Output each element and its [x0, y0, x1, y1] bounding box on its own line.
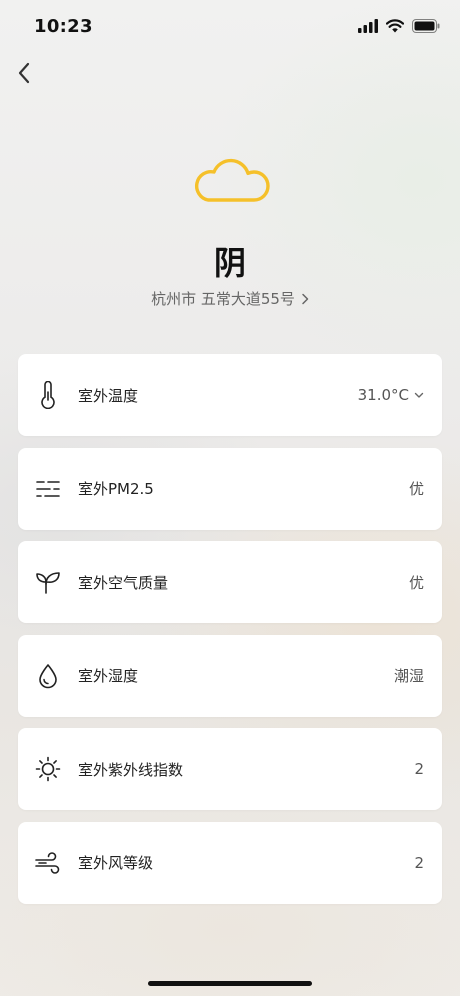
card-value: 优: [408, 573, 424, 592]
card-outdoor-uv-index[interactable]: 室外紫外线指数 2: [18, 728, 442, 810]
status-icons: [358, 18, 440, 37]
card-value: 2: [414, 853, 424, 872]
chevron-right-icon: [302, 293, 309, 304]
sun-icon: [34, 755, 62, 783]
weather-hero: [0, 150, 460, 208]
pm-lines-icon: [34, 475, 62, 503]
status-time: 10:23: [34, 16, 93, 37]
card-value: 2: [414, 760, 424, 778]
location-text: 杭州市 五常大道55号: [151, 290, 295, 308]
card-label: 室外温度: [78, 386, 139, 405]
wifi-icon: [385, 18, 405, 37]
temperature-value[interactable]: 31.0°C: [358, 386, 424, 404]
home-indicator[interactable]: [148, 981, 312, 986]
card-label: 室外风等级: [78, 854, 154, 872]
location-link[interactable]: 杭州市 五常大道55号: [0, 288, 460, 309]
status-bar: 10:23: [0, 0, 460, 54]
card-outdoor-wind-level[interactable]: 室外风等级 2: [18, 821, 442, 904]
card-label: 室外空气质量: [78, 573, 169, 592]
card-value: 31.0°C: [357, 386, 409, 404]
card-label: 室外PM2.5: [78, 480, 154, 498]
card-label: 室外紫外线指数: [78, 760, 184, 779]
cloud-icon: [195, 158, 270, 202]
weather-detail-list: 室外温度 31.0°C 室外PM2.5 优 室外空气质量 优 室外湿度 潮湿 室…: [18, 354, 442, 915]
card-value: 优: [408, 480, 424, 498]
wind-icon: [34, 849, 62, 877]
card-outdoor-pm25[interactable]: 室外PM2.5 优: [18, 447, 442, 530]
chevron-down-icon: [414, 392, 424, 398]
cellular-signal-icon: [358, 18, 378, 37]
chevron-left-icon: [18, 62, 30, 84]
card-outdoor-humidity[interactable]: 室外湿度 潮湿: [18, 634, 442, 717]
card-outdoor-air-quality[interactable]: 室外空气质量 优: [18, 541, 442, 623]
sprout-icon: [34, 568, 62, 596]
card-value: 潮湿: [393, 667, 424, 685]
thermometer-icon: [34, 381, 62, 409]
card-outdoor-temperature[interactable]: 室外温度 31.0°C: [18, 354, 442, 436]
back-button[interactable]: [10, 58, 38, 88]
battery-icon: [412, 18, 440, 37]
water-drop-icon: [34, 662, 62, 690]
card-label: 室外湿度: [78, 667, 139, 685]
weather-condition: 阴: [213, 244, 246, 282]
